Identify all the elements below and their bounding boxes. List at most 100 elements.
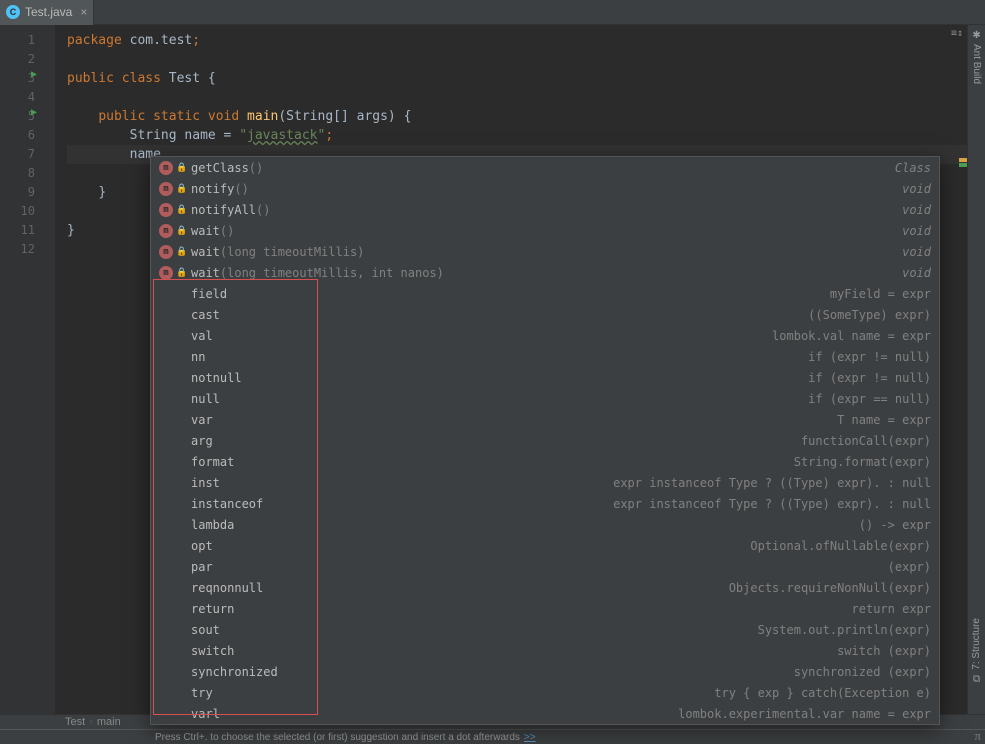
code-token: public <box>98 109 153 124</box>
line-number: 6 <box>0 126 55 145</box>
completion-expansion: functionCall(expr) <box>801 434 931 448</box>
code-token: { <box>208 71 216 86</box>
completion-item-template[interactable]: vallombok.val name = expr <box>151 325 939 346</box>
line-number: 7 <box>0 145 55 164</box>
completion-item-method[interactable]: m🔒wait()void <box>151 220 939 241</box>
completion-label: try <box>191 686 213 700</box>
completion-expansion: () -> expr <box>859 518 931 532</box>
completion-item-template[interactable]: par(expr) <box>151 556 939 577</box>
completion-return-type: void <box>902 245 931 259</box>
completion-item-template[interactable]: nullif (expr == null) <box>151 388 939 409</box>
code-token: package <box>67 33 130 48</box>
completion-return-type: void <box>902 266 931 280</box>
completion-expansion: Objects.requireNonNull(expr) <box>729 581 931 595</box>
completion-label: arg <box>191 434 213 448</box>
completion-item-method[interactable]: m🔒notify()void <box>151 178 939 199</box>
completion-item-template[interactable]: synchronizedsynchronized (expr) <box>151 661 939 682</box>
completion-item-method[interactable]: m🔒notifyAll()void <box>151 199 939 220</box>
line-number: 3 <box>0 69 55 88</box>
run-icon[interactable]: ▶ <box>31 107 37 118</box>
completion-item-template[interactable]: switchswitch (expr) <box>151 640 939 661</box>
completion-item-template[interactable]: reqnonnull Objects.requireNonNull(expr) <box>151 577 939 598</box>
hint-more-link[interactable]: >> <box>524 732 536 743</box>
completion-label: wait(long timeoutMillis, int nanos) <box>191 266 444 280</box>
completion-item-template[interactable]: nnif (expr != null) <box>151 346 939 367</box>
line-number: 10 <box>0 202 55 221</box>
tool-structure[interactable]: ⧉ 7: Structure <box>971 618 982 684</box>
code-token <box>67 109 98 124</box>
code-token: } <box>67 223 75 238</box>
tool-label: 7: Structure <box>971 618 982 670</box>
tab-filename: Test.java <box>25 5 72 19</box>
file-tab-active[interactable]: C Test.java × <box>0 0 94 25</box>
tool-ant-build[interactable]: ✱ Ant Build <box>971 30 982 84</box>
completion-item-template[interactable]: returnreturn expr <box>151 598 939 619</box>
method-icon: m <box>159 182 173 196</box>
completion-label: sout <box>191 623 220 637</box>
completion-item-method[interactable]: m🔒getClass()Class <box>151 157 939 178</box>
code-token: String name = <box>130 128 240 143</box>
completion-label: var <box>191 413 213 427</box>
completion-expansion: if (expr != null) <box>808 371 931 385</box>
close-icon[interactable]: × <box>80 5 87 19</box>
completion-label: switch <box>191 644 234 658</box>
completion-item-template[interactable]: instanceof expr instanceof Type ? ((Type)… <box>151 493 939 514</box>
completion-expansion: expr instanceof Type ? ((Type) expr). : … <box>613 497 931 511</box>
code-token: public <box>67 71 122 86</box>
run-icon[interactable]: ▶ <box>31 69 37 80</box>
completion-item-template[interactable]: inst expr instanceof Type ? ((Type) expr)… <box>151 472 939 493</box>
code-token: Test <box>169 71 208 86</box>
lock-icon: 🔒 <box>176 163 188 173</box>
breadcrumb-item[interactable]: Test <box>65 716 85 728</box>
right-tool-strip: ✱ Ant Build ⧉ 7: Structure <box>967 25 985 714</box>
editor-tab-bar: C Test.java × <box>0 0 985 25</box>
code-token <box>67 185 98 200</box>
completion-label: par <box>191 560 213 574</box>
completion-item-template[interactable]: fieldmyField = expr <box>151 283 939 304</box>
lock-icon: 🔒 <box>176 226 188 236</box>
warning-stripe[interactable] <box>959 158 967 162</box>
completion-item-template[interactable]: notnullif (expr != null) <box>151 367 939 388</box>
line-number: 8 <box>0 164 55 183</box>
completion-expansion: String.format(expr) <box>794 455 931 469</box>
line-number: 4 <box>0 88 55 107</box>
completion-item-template[interactable]: arg functionCall(expr) <box>151 430 939 451</box>
completion-label: nn <box>191 350 205 364</box>
overflow-icon[interactable]: ≡↕ <box>951 28 963 39</box>
completion-expansion: lombok.experimental.var name = expr <box>678 707 931 721</box>
completion-label: reqnonnull <box>191 581 263 595</box>
method-icon: m <box>159 245 173 259</box>
completion-item-method[interactable]: m🔒wait(long timeoutMillis, int nanos)voi… <box>151 262 939 283</box>
completion-expansion: return expr <box>852 602 931 616</box>
tool-label: Ant Build <box>971 44 982 84</box>
completion-item-template[interactable]: varT name = expr <box>151 409 939 430</box>
completion-item-template[interactable]: cast((SomeType) expr) <box>151 304 939 325</box>
chevron-right-icon: › <box>89 716 93 728</box>
line-number: 2 <box>0 50 55 69</box>
code-token: ; <box>325 128 333 143</box>
completion-item-template[interactable]: trytry { exp } catch(Exception e) <box>151 682 939 703</box>
completion-item-template[interactable]: lambda () -> expr <box>151 514 939 535</box>
code-completion-popup[interactable]: m🔒getClass()Classm🔒notify()voidm🔒notifyA… <box>150 156 940 725</box>
completion-expansion: expr instanceof Type ? ((Type) expr). : … <box>613 476 931 490</box>
completion-label: wait(long timeoutMillis) <box>191 245 364 259</box>
completion-label: instanceof <box>191 497 263 511</box>
completion-item-template[interactable]: varllombok.experimental.var name = expr <box>151 703 939 724</box>
line-number: 9 <box>0 183 55 202</box>
completion-label: lambda <box>191 518 234 532</box>
completion-item-template[interactable]: sout System.out.println(expr) <box>151 619 939 640</box>
completion-expansion: System.out.println(expr) <box>758 623 931 637</box>
ok-stripe[interactable] <box>959 163 967 167</box>
method-icon: m <box>159 224 173 238</box>
hint-text: Press Ctrl+. to choose the selected (or … <box>155 732 520 743</box>
line-number: 11 <box>0 221 55 240</box>
completion-item-template[interactable]: formatString.format(expr) <box>151 451 939 472</box>
breadcrumb-item[interactable]: main <box>97 716 121 728</box>
code-token: " <box>239 128 247 143</box>
completion-item-template[interactable]: optOptional.ofNullable(expr) <box>151 535 939 556</box>
completion-item-method[interactable]: m🔒wait(long timeoutMillis)void <box>151 241 939 262</box>
completion-label: inst <box>191 476 220 490</box>
code-token: (String[] args) { <box>278 109 411 124</box>
pi-icon[interactable]: π <box>974 728 981 744</box>
completion-return-type: void <box>902 203 931 217</box>
